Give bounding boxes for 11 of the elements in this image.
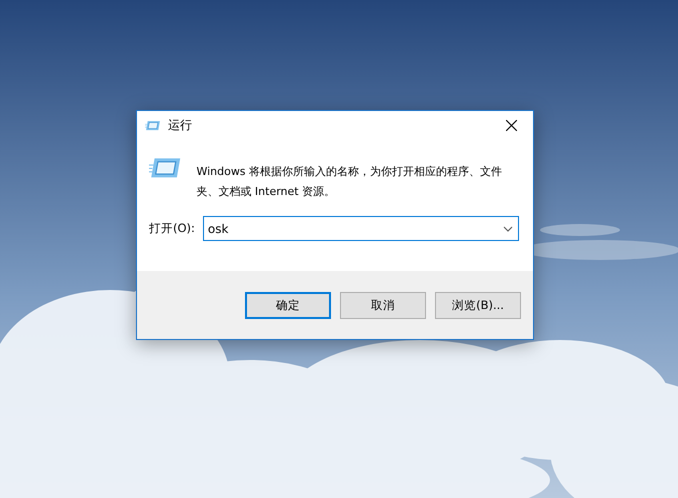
window-title: 运行 [168,117,193,134]
open-label: 打开(O): [149,221,195,236]
description-text: Windows 将根据你所输入的名称，为你打开相应的程序、文件夹、文档或 Internet 资源。 [196,164,504,200]
close-icon [506,120,516,131]
run-program-icon [145,120,161,132]
run-program-icon [149,156,182,180]
open-input-field[interactable]: osk [202,216,519,241]
dialog-button[interactable]: 确定 [245,292,331,318]
dropdown-caret-icon [503,226,513,232]
dialog-button[interactable]: 取消 [340,292,426,318]
dialog-button[interactable]: 浏览(B)... [435,292,521,318]
